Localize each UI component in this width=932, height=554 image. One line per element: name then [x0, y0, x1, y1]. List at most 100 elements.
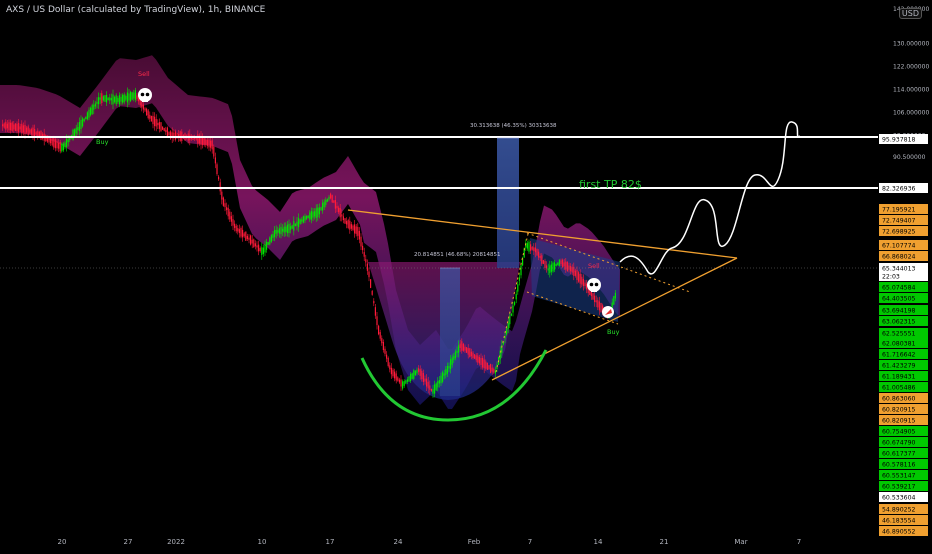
candle-body: [254, 243, 256, 247]
measure-label-1: 30.313638 (46.35%) 30313638: [470, 123, 557, 129]
candle-body: [437, 381, 439, 388]
candle-body: [507, 322, 509, 329]
candle-body: [469, 348, 471, 358]
candle-body: [558, 259, 560, 266]
candle-body: [402, 381, 404, 389]
candle-body: [338, 207, 340, 213]
candle-body: [342, 216, 344, 221]
candle-body: [450, 359, 452, 370]
candle-body: [482, 357, 484, 368]
candle-body: [238, 229, 240, 233]
candle-body: [211, 140, 213, 150]
candle-body: [88, 109, 90, 118]
candle-body: [54, 139, 56, 149]
candle-body: [579, 273, 581, 284]
candle-body: [85, 116, 87, 120]
price-label-text: 61.423279: [882, 363, 916, 370]
candle-body: [219, 182, 221, 192]
candle-body: [456, 350, 458, 353]
time-tick-label: 24: [394, 538, 403, 546]
candle-body: [539, 256, 541, 259]
candle-body: [216, 164, 218, 175]
candle-body: [98, 97, 100, 105]
candle-body: [480, 357, 482, 365]
candle-body: [93, 104, 95, 110]
candle-body: [282, 228, 284, 232]
candle-body: [509, 316, 511, 325]
candle-body: [141, 101, 143, 108]
candle-body: [5, 121, 7, 130]
candle-body: [597, 300, 599, 308]
candle-body: [374, 307, 376, 316]
skull-jaw: [142, 99, 148, 102]
candle-body: [256, 245, 258, 248]
candle-body: [408, 376, 410, 382]
candle-body: [123, 94, 125, 103]
chart-area[interactable]: first TP 82$ 30.313638 (46.35%) 30313638 2…: [0, 0, 932, 550]
candle-body: [565, 261, 567, 270]
candle-body: [427, 381, 429, 389]
price-label-text: 66.868024: [882, 254, 916, 261]
candle-body: [210, 140, 212, 148]
candle-body: [21, 123, 23, 134]
candle-body: [118, 95, 120, 105]
candle-body: [611, 302, 613, 308]
candle-body: [411, 373, 413, 379]
candle-body: [131, 92, 133, 100]
currency-badge[interactable]: USD: [898, 8, 922, 19]
candle-body: [26, 127, 28, 133]
candle-body: [467, 348, 469, 355]
candle-body: [541, 255, 543, 264]
time-tick-label: 20: [58, 538, 67, 546]
price-axis[interactable]: 142.000000130.000000122.000000114.000000…: [878, 0, 932, 550]
candle-body: [518, 277, 520, 281]
skull-icon: [587, 278, 601, 292]
candle-body: [226, 207, 228, 211]
candle-body: [534, 247, 536, 253]
price-label-text: 65.344013: [882, 266, 916, 273]
candle-body: [506, 328, 508, 335]
candle-body: [243, 233, 245, 237]
candle-body: [150, 115, 152, 122]
candle-body: [61, 143, 63, 152]
candle-body: [274, 230, 276, 238]
price-label-text: 61.005486: [882, 385, 916, 392]
candle-body: [330, 193, 332, 199]
candle-body: [80, 119, 82, 130]
time-tick-label: 7: [528, 538, 532, 546]
candle-body: [550, 264, 552, 272]
candle-body: [3, 123, 5, 128]
candle-body: [224, 203, 226, 208]
price-chart[interactable]: first TP 82$ 30.313638 (46.35%) 30313638 2…: [0, 0, 932, 550]
price-label-text: 60.754905: [882, 429, 916, 436]
candle-body: [304, 216, 306, 221]
candle-body: [312, 211, 314, 218]
candle-body: [315, 208, 317, 218]
price-label-text: 61.716642: [882, 352, 916, 359]
candle-body: [90, 107, 92, 116]
candle-body: [547, 268, 549, 271]
candle-body: [8, 122, 10, 131]
candle-body: [331, 195, 333, 203]
candle-body: [453, 356, 455, 360]
signal-label-buy: Buy: [607, 328, 620, 336]
candle-body: [560, 260, 562, 265]
candle-body: [426, 378, 428, 387]
candle-body: [237, 228, 239, 232]
candle-body: [262, 247, 264, 254]
candle-body: [421, 370, 423, 380]
candle-body: [299, 219, 301, 224]
candle-body: [381, 338, 383, 344]
candle-body: [490, 364, 492, 373]
candle-body: [155, 119, 157, 127]
candle-body: [322, 202, 324, 211]
price-label-text: 62.525551: [882, 331, 916, 338]
price-label-text: 95.937818: [882, 137, 916, 144]
price-label-text: 60.539217: [882, 484, 916, 491]
candle-body: [218, 176, 220, 180]
time-axis[interactable]: 20 27 2022 10 17 24 Feb 7 14 21 Mar 7: [0, 534, 878, 550]
candle-body: [514, 302, 516, 305]
candle-body: [264, 244, 266, 253]
time-tick-label: 17: [326, 538, 335, 546]
candle-body: [443, 373, 445, 376]
